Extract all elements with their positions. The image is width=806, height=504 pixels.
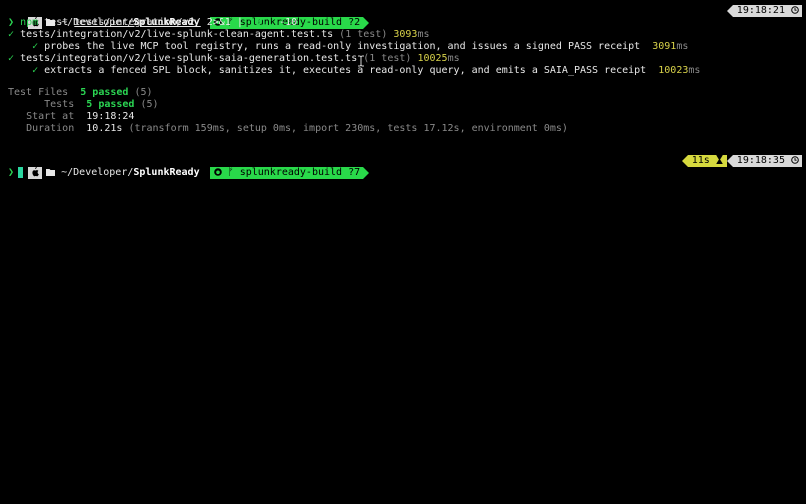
command-arg-2: -10 bbox=[279, 17, 298, 28]
subtest-line: ✓ probes the live MCP tool registry, run… bbox=[8, 41, 688, 53]
duration-segment: 11s bbox=[687, 155, 727, 167]
subtest-name: extracts a fenced SPL block, sanitizes i… bbox=[44, 65, 647, 76]
git-status: ?7 bbox=[348, 167, 361, 178]
summary-label: Start at bbox=[26, 111, 75, 122]
test-file-path: tests/integration/v2/live-splunk-clean-a… bbox=[20, 29, 334, 40]
subtest-time-unit: ms bbox=[676, 41, 689, 52]
time-segment: 19:18:21 bbox=[732, 5, 802, 17]
directory-segment: ~/Developer/SplunkReady bbox=[42, 167, 210, 179]
command-name-2: tail bbox=[248, 17, 274, 28]
mouse-pointer-icon bbox=[358, 55, 364, 67]
prompt-chevron: ❯ bbox=[8, 17, 15, 28]
test-count: (1 test) bbox=[339, 29, 388, 40]
subtest-time-unit: ms bbox=[688, 65, 701, 76]
clock-icon bbox=[791, 5, 799, 16]
summary-value: 19:18:24 bbox=[86, 111, 135, 122]
powerline-separator bbox=[363, 17, 370, 29]
test-time: 3093 bbox=[393, 29, 418, 40]
time-segment: 19:18:35 bbox=[732, 155, 802, 167]
command-name: npm bbox=[20, 17, 39, 28]
summary-duration: Duration 10.21s (transform 159ms, setup … bbox=[8, 123, 568, 135]
summary-count: (5) bbox=[140, 99, 159, 110]
command-line: ❯ npm test tests/integration/v2/ 2>&1 | … bbox=[8, 17, 297, 29]
powerline-separator bbox=[363, 167, 370, 179]
subtest-time: 10023 bbox=[658, 65, 689, 76]
git-status: ?2 bbox=[348, 17, 361, 28]
subtest-line: ✓ extracts a fenced SPL block, sanitizes… bbox=[8, 65, 700, 77]
summary-label: Test Files bbox=[8, 87, 69, 98]
test-file-line: ✓ tests/integration/v2/live-splunk-saia-… bbox=[8, 53, 460, 65]
command-path: tests/integration/v2/ bbox=[74, 17, 201, 28]
folder-icon bbox=[46, 167, 56, 178]
summary-detail: (transform 159ms, setup 0ms, import 230m… bbox=[128, 123, 568, 134]
test-time-unit: ms bbox=[417, 29, 430, 40]
test-time: 10025 bbox=[417, 53, 448, 64]
test-file-line: ✓ tests/integration/v2/live-splunk-clean… bbox=[8, 29, 430, 41]
right-prompt-2: 11s 19:18:35 bbox=[681, 155, 802, 167]
subtest-time: 3091 bbox=[652, 41, 677, 52]
prompt-time: 19:18:21 bbox=[736, 5, 785, 16]
test-time-unit: ms bbox=[447, 53, 460, 64]
summary-value: 5 passed bbox=[86, 99, 135, 110]
input-line[interactable]: ❯ bbox=[8, 167, 24, 179]
test-count: (1 test) bbox=[363, 53, 412, 64]
summary-start: Start at 19:18:24 bbox=[8, 111, 134, 123]
git-branch: splunkready-build bbox=[239, 167, 343, 178]
summary-label: Duration bbox=[26, 123, 75, 134]
prompt-time: 19:18:35 bbox=[736, 155, 785, 166]
summary-tests: Tests 5 passed (5) bbox=[8, 99, 159, 111]
summary-value: 10.21s bbox=[86, 123, 123, 134]
prompt-bar-2: ~/Developer/SplunkReady ᚠ splunkready-bu… bbox=[4, 155, 802, 179]
branch-icon: ᚠ bbox=[227, 167, 234, 178]
check-icon: ✓ bbox=[32, 41, 39, 52]
apple-icon bbox=[28, 167, 43, 179]
subtest-name: probes the live MCP tool registry, runs … bbox=[44, 41, 641, 52]
command-duration: 11s bbox=[691, 155, 710, 166]
github-icon bbox=[213, 167, 222, 178]
command-arg: test bbox=[44, 17, 69, 28]
test-file-path: tests/integration/v2/live-splunk-saia-ge… bbox=[20, 53, 358, 64]
summary-test-files: Test Files 5 passed (5) bbox=[8, 87, 153, 99]
summary-value: 5 passed bbox=[80, 87, 129, 98]
git-segment: ᚠ splunkready-build ?7 bbox=[209, 167, 364, 179]
dir-name: SplunkReady bbox=[133, 167, 200, 178]
text-cursor bbox=[18, 167, 24, 178]
clock-icon bbox=[791, 155, 799, 166]
check-icon: ✓ bbox=[8, 29, 15, 40]
command-redirect: 2>&1 bbox=[206, 17, 231, 28]
hourglass-icon bbox=[716, 155, 723, 166]
dir-prefix: ~/Developer/ bbox=[61, 167, 134, 178]
summary-label: Tests bbox=[44, 99, 75, 110]
summary-count: (5) bbox=[134, 87, 153, 98]
right-prompt-1: 19:18:21 bbox=[726, 5, 802, 17]
check-icon: ✓ bbox=[32, 65, 39, 76]
check-icon: ✓ bbox=[8, 53, 15, 64]
terminal-window[interactable]: ~/Developer/SplunkReady ᚠ splunkready-bu… bbox=[0, 0, 806, 504]
command-pipe: | bbox=[236, 17, 243, 28]
prompt-chevron: ❯ bbox=[8, 167, 15, 178]
prompt-bar-1: ~/Developer/SplunkReady ᚠ splunkready-bu… bbox=[4, 5, 802, 29]
